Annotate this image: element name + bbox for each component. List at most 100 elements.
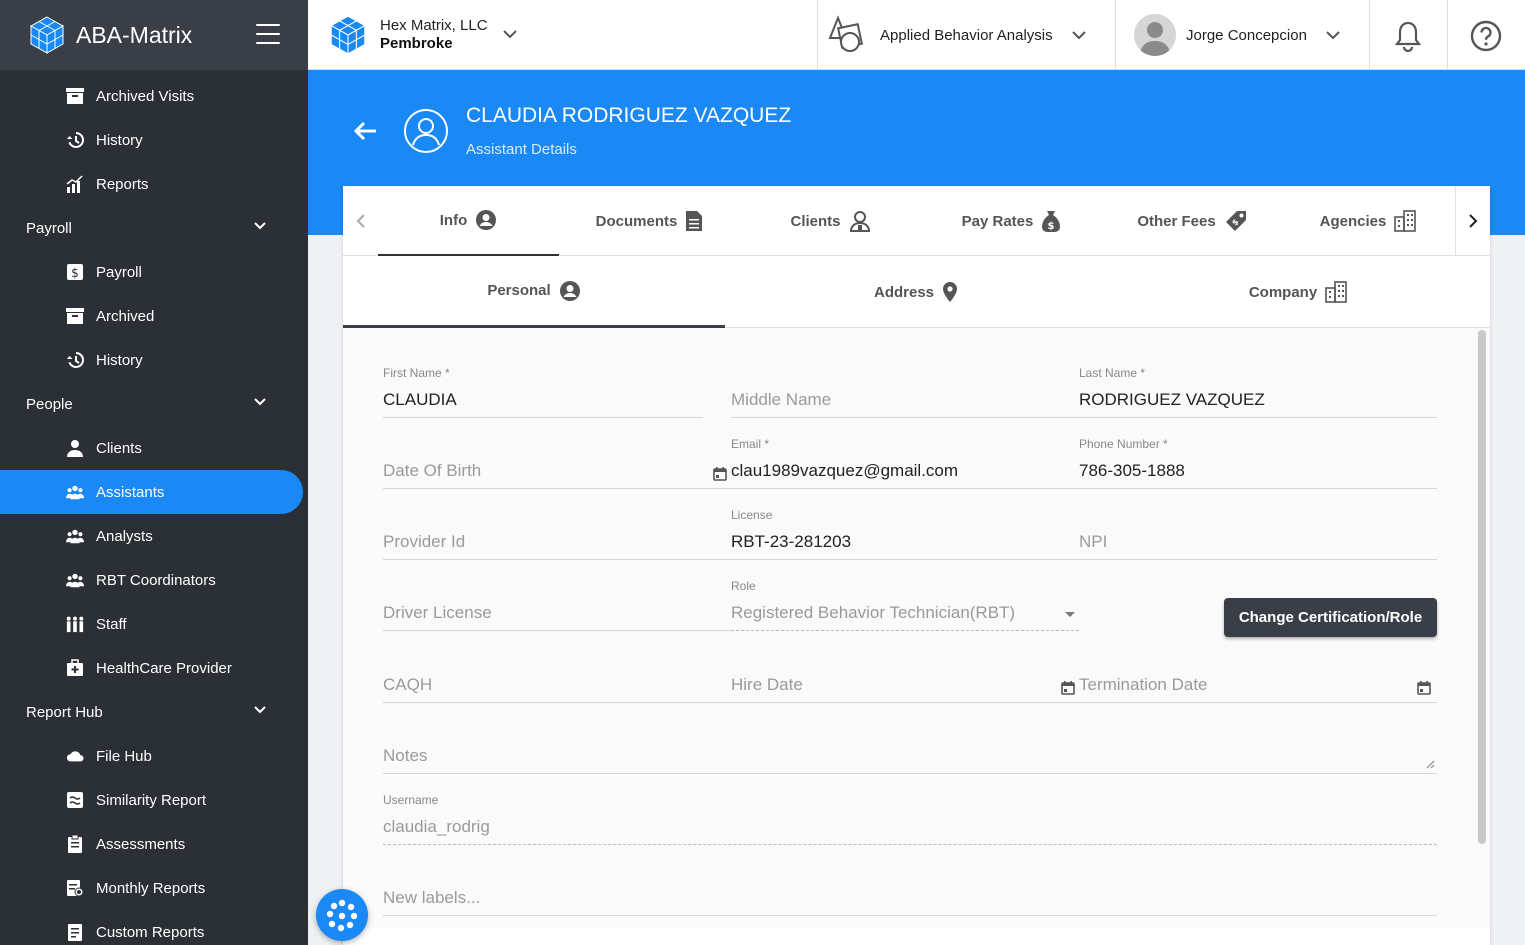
help-icon[interactable] <box>1470 20 1502 52</box>
tab-label: Pay Rates <box>961 212 1034 230</box>
calendar-icon[interactable] <box>1061 681 1075 695</box>
npi-field[interactable]: NPI <box>1079 508 1437 568</box>
sidebar-item-label: Custom Reports <box>96 923 205 941</box>
sidebar-item-monthly-reports[interactable]: Monthly Reports <box>0 866 308 910</box>
sidebar-item-healthcare-provider[interactable]: HealthCare Provider <box>0 646 308 690</box>
termination-date-field[interactable]: Termination Date <box>1079 651 1437 711</box>
date-of-birth-field[interactable]: Date Of Birth <box>383 437 731 497</box>
sidebar-item-label: Analysts <box>96 527 153 545</box>
group-icon <box>66 527 84 545</box>
sidebar-item-custom-reports[interactable]: Custom Reports <box>0 910 308 945</box>
scrollbar[interactable] <box>1478 330 1486 844</box>
change-certification-role-button[interactable]: Change Certification/Role <box>1224 598 1437 637</box>
role-select[interactable]: Role Registered Behavior Technician(RBT) <box>731 579 1079 639</box>
sidebar-item-payroll-history[interactable]: History <box>0 338 308 382</box>
chevron-down-icon <box>254 706 266 714</box>
sidebar-item-assessments[interactable]: Assessments <box>0 822 308 866</box>
sidebar-item-staff[interactable]: Staff <box>0 602 308 646</box>
sidebar-item-label: RBT Coordinators <box>96 571 216 589</box>
tab-clients[interactable]: Clients <box>740 186 921 256</box>
document-icon <box>685 210 703 232</box>
tab-label: Agencies <box>1319 212 1387 230</box>
notes-textarea[interactable]: Notes <box>383 722 1437 782</box>
building-icon <box>1325 281 1347 303</box>
sidebar-item-assistants[interactable]: Assistants <box>0 470 303 514</box>
resize-handle-icon[interactable] <box>1426 760 1435 769</box>
sidebar-item-payroll[interactable]: $ Payroll <box>0 250 308 294</box>
cube-logo-icon <box>330 15 366 55</box>
sidebar-item-archived-visits[interactable]: Archived Visits <box>0 74 308 118</box>
tab-agencies[interactable]: Agencies <box>1283 186 1453 256</box>
divider <box>1369 0 1370 70</box>
palette-icon <box>326 899 358 932</box>
avatar <box>1134 14 1176 56</box>
tab-address[interactable]: Address <box>725 256 1107 328</box>
tabs-scroll-right[interactable] <box>1455 186 1490 256</box>
user-menu[interactable]: Jorge Concepcion <box>1134 0 1341 70</box>
tab-other-fees[interactable]: Other Fees $ <box>1102 186 1283 256</box>
brand: ABA-Matrix <box>0 0 308 70</box>
assessment-icon <box>66 835 84 853</box>
sidebar-item-label: Monthly Reports <box>96 879 206 897</box>
group-icon <box>66 483 84 501</box>
tab-pay-rates[interactable]: Pay Rates $ <box>921 186 1102 256</box>
email-field[interactable]: Email * clau1989vazquez@gmail.com <box>731 437 1079 497</box>
first-name-field[interactable]: First Name * CLAUDIA <box>383 366 703 426</box>
sidebar-section-report-hub[interactable]: Report Hub <box>0 690 308 734</box>
app-name: ABA-Matrix <box>76 21 193 48</box>
sidebar-section-payroll[interactable]: Payroll <box>0 206 308 250</box>
sidebar-item-rbt-coordinators[interactable]: RBT Coordinators <box>0 558 308 602</box>
sidebar-item-label: Assessments <box>96 835 186 853</box>
tabs-scroll-left[interactable] <box>343 186 378 256</box>
archive-icon <box>66 307 84 325</box>
account-circle-icon <box>475 209 497 231</box>
specialty-selector[interactable]: Applied Behavior Analysis <box>828 0 1087 70</box>
tab-label: Personal <box>487 282 551 299</box>
sidebar-section-people[interactable]: People <box>0 382 308 426</box>
caqh-field[interactable]: CAQH <box>383 651 731 711</box>
back-arrow-icon[interactable] <box>352 120 378 142</box>
theme-palette-button[interactable] <box>316 889 368 941</box>
phone-number-field[interactable]: Phone Number * 786-305-1888 <box>1079 437 1437 497</box>
calendar-icon[interactable] <box>713 467 727 481</box>
labels-input[interactable]: New labels... <box>383 864 1437 924</box>
tab-label: Other Fees <box>1137 212 1216 230</box>
sidebar: ABA-Matrix Archived Visits History Repor… <box>0 0 308 945</box>
middle-name-field[interactable]: Middle Name <box>731 366 1079 426</box>
tab-company[interactable]: Company <box>1107 256 1489 328</box>
license-field[interactable]: License RBT-23-281203 <box>731 508 1079 568</box>
svg-text:$: $ <box>1048 221 1055 232</box>
sidebar-item-history[interactable]: History <box>0 118 308 162</box>
tab-info[interactable]: Info <box>378 186 559 256</box>
username-field: Username claudia_rodrig <box>383 793 1437 853</box>
sidebar-item-archived[interactable]: Archived <box>0 294 308 338</box>
bell-icon[interactable] <box>1394 20 1422 52</box>
sidebar-item-label: HealthCare Provider <box>96 659 232 677</box>
details-card: Info Documents Clients Pay Rates $ Other… <box>343 186 1490 945</box>
provider-id-field[interactable]: Provider Id <box>383 508 731 568</box>
sidebar-item-file-hub[interactable]: File Hub <box>0 734 308 778</box>
last-name-field[interactable]: Last Name * RODRIGUEZ VAZQUEZ <box>1079 366 1437 426</box>
sidebar-item-clients[interactable]: Clients <box>0 426 308 470</box>
sub-tabs: Personal Address Company <box>343 256 1490 328</box>
sidebar-item-label: File Hub <box>96 747 152 765</box>
tab-label: Clients <box>790 212 841 230</box>
sidebar-item-reports[interactable]: Reports <box>0 162 308 206</box>
tab-documents[interactable]: Documents <box>559 186 740 256</box>
hamburger-menu-icon[interactable] <box>256 24 280 44</box>
location-pin-icon <box>942 281 958 303</box>
driver-license-field[interactable]: Driver License <box>383 579 731 639</box>
company-selector[interactable]: Hex Matrix, LLC Pembroke <box>326 12 517 58</box>
hire-date-field[interactable]: Hire Date <box>731 651 1079 711</box>
shapes-icon <box>828 15 864 52</box>
sidebar-item-similarity-report[interactable]: Similarity Report <box>0 778 308 822</box>
page-subtitle: Assistant Details <box>466 141 577 158</box>
calendar-icon[interactable] <box>1417 681 1431 695</box>
tab-personal[interactable]: Personal <box>343 256 725 328</box>
divider <box>817 0 818 70</box>
sidebar-item-label: History <box>96 131 143 149</box>
sidebar-item-analysts[interactable]: Analysts <box>0 514 308 558</box>
cloud-icon <box>66 747 84 765</box>
history-icon <box>66 131 84 149</box>
sidebar-item-label: Clients <box>96 439 142 457</box>
